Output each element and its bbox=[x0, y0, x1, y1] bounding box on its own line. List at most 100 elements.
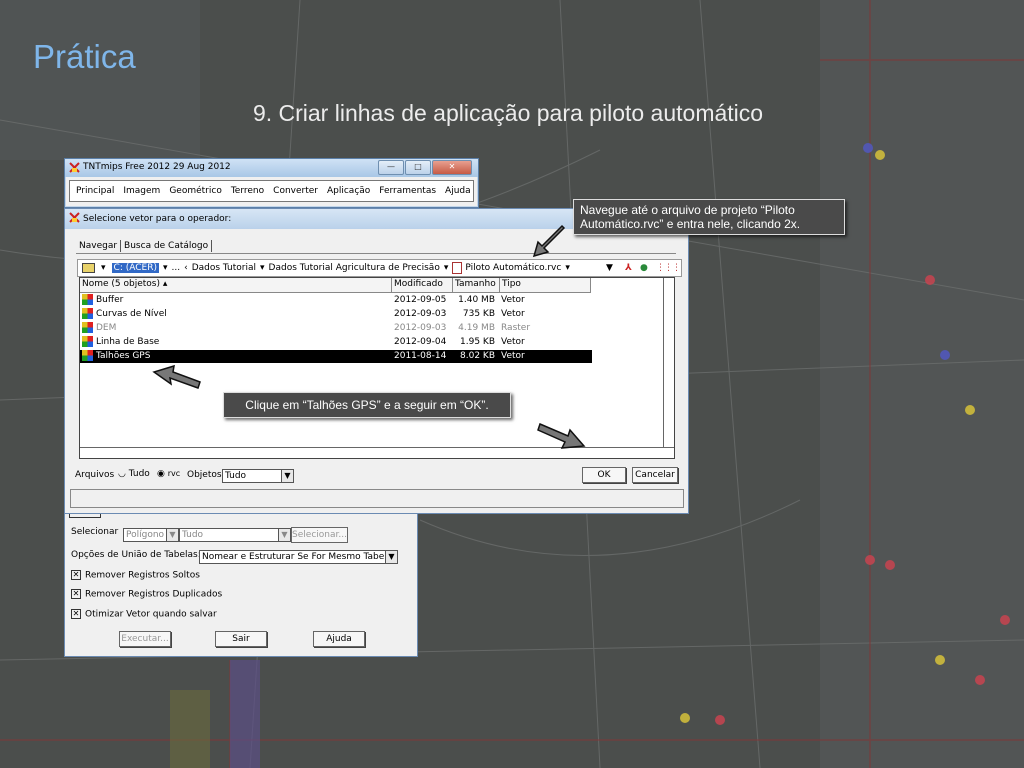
path-segment-agricultura[interactable]: Dados Tutorial Agricultura de Precisão bbox=[269, 263, 440, 273]
path-dropdown-arrow[interactable]: ▼ bbox=[606, 263, 613, 273]
menu-aplicacao[interactable]: Aplicação bbox=[327, 186, 370, 196]
menu-geometrico[interactable]: Geométrico bbox=[169, 186, 222, 196]
join-options-value: Nomear e Estruturar Se For Mesmo Tabela bbox=[202, 552, 393, 562]
callout-navigate: Navegue até o arquivo de projeto “Piloto… bbox=[573, 199, 845, 235]
file-type: Raster bbox=[501, 323, 531, 333]
file-modified: 2012-09-03 bbox=[394, 309, 447, 319]
file-modified: 2012-09-03 bbox=[394, 323, 447, 333]
minimize-button[interactable]: — bbox=[378, 160, 404, 175]
globe-icon[interactable]: ● bbox=[640, 263, 648, 273]
menu-terreno[interactable]: Terreno bbox=[231, 186, 264, 196]
radio-rvc[interactable]: ◉ rvc bbox=[157, 469, 180, 479]
checkbox-checked-icon: ✕ bbox=[71, 589, 81, 599]
file-size: 1.95 KB bbox=[460, 337, 495, 347]
dialog-bottom-bar: Arquivos ◡ Tudo ◉ rvc Objetos Tudo ▼ OK C… bbox=[71, 465, 681, 483]
check-remove-loose[interactable]: ✕ Remover Registros Soltos bbox=[71, 570, 200, 581]
list-item[interactable]: Linha de Base 2012-09-04 1.95 KB Vetor bbox=[80, 336, 592, 349]
file-name: Curvas de Nível bbox=[96, 309, 167, 319]
check-optimize[interactable]: ✕ Otimizar Vetor quando salvar bbox=[71, 609, 217, 620]
check-remove-duplicates-label: Remover Registros Duplicados bbox=[85, 589, 223, 600]
col-name-header[interactable]: Nome (5 objetos) ▴ bbox=[80, 278, 392, 293]
radio-rvc-label: rvc bbox=[167, 469, 181, 478]
close-button[interactable]: ✕ bbox=[432, 160, 472, 175]
tool-icon[interactable]: ⅄ bbox=[625, 263, 632, 273]
vertical-scrollbar[interactable] bbox=[663, 278, 674, 458]
drive-selector[interactable]: C: (ACER) bbox=[111, 263, 159, 273]
main-menubar: Principal Imagem Geométrico Terreno Conv… bbox=[69, 180, 474, 202]
vector-file-icon bbox=[82, 294, 93, 305]
checkbox-checked-icon: ✕ bbox=[71, 570, 81, 580]
col-type-header[interactable]: Tipo bbox=[500, 278, 591, 293]
slide-subtitle-text: 9. Criar linhas de aplicação para piloto… bbox=[252, 100, 764, 126]
chevron-down-icon: ▼ bbox=[385, 551, 397, 563]
slide-title: Prática bbox=[33, 38, 136, 75]
check-optimize-label: Otimizar Vetor quando salvar bbox=[85, 609, 217, 620]
menu-converter[interactable]: Converter bbox=[273, 186, 318, 196]
radio-all-label: Tudo bbox=[128, 469, 150, 479]
file-name: Buffer bbox=[96, 295, 124, 305]
chevron-down-icon[interactable]: ▾ bbox=[163, 263, 168, 273]
radio-all[interactable]: ◡ Tudo bbox=[118, 469, 150, 479]
arrow-to-ok-icon bbox=[537, 422, 586, 449]
select-row: Selecionar bbox=[71, 527, 118, 537]
col-size-header[interactable]: Tamanho bbox=[453, 278, 500, 293]
slide-subtitle: 9. Criar linhas de aplicação para piloto… bbox=[0, 100, 1016, 127]
tab-navegar[interactable]: Navegar bbox=[76, 240, 122, 252]
path-bar: ▾ C: (ACER) ▾ ... ‹ Dados Tutorial ▾ Dad… bbox=[77, 259, 682, 277]
file-name: DEM bbox=[96, 323, 117, 333]
dialog-title: Selecione vetor para o operador: bbox=[83, 214, 232, 224]
chevron-down-icon[interactable]: ▾ bbox=[101, 263, 106, 273]
objects-dropdown[interactable]: Tudo ▼ bbox=[222, 469, 294, 483]
chevron-left-icon: ‹ bbox=[184, 263, 188, 273]
check-remove-duplicates[interactable]: ✕ Remover Registros Duplicados bbox=[71, 589, 222, 600]
chevron-down-icon[interactable]: ▾ bbox=[260, 263, 265, 273]
check-remove-loose-label: Remover Registros Soltos bbox=[85, 570, 200, 581]
polygon-dropdown[interactable]: Polígono ▼ bbox=[123, 528, 179, 542]
file-type: Vetor bbox=[501, 295, 525, 305]
list-item[interactable]: DEM 2012-09-03 4.19 MB Raster bbox=[80, 322, 592, 335]
chevron-down-icon: ▼ bbox=[278, 529, 290, 541]
select-all-dropdown[interactable]: Tudo ▼ bbox=[179, 528, 291, 542]
main-window-titlebar[interactable]: TNTmips Free 2012 29 Aug 2012 — □ ✕ bbox=[65, 159, 478, 177]
tab-busca-catalogo[interactable]: Busca de Catálogo bbox=[121, 240, 213, 252]
help-button[interactable]: Ajuda bbox=[313, 631, 365, 647]
path-ellipsis[interactable]: ... bbox=[172, 263, 181, 273]
main-window-title: TNTmips Free 2012 29 Aug 2012 bbox=[83, 162, 231, 172]
chevron-down-icon[interactable]: ▾ bbox=[565, 263, 570, 273]
chevron-down-icon: ▼ bbox=[166, 529, 178, 541]
objects-dropdown-value: Tudo bbox=[225, 471, 247, 481]
main-window: TNTmips Free 2012 29 Aug 2012 — □ ✕ Prin… bbox=[64, 158, 479, 208]
menu-ajuda[interactable]: Ajuda bbox=[445, 186, 471, 196]
list-item[interactable]: Buffer 2012-09-05 1.40 MB Vetor bbox=[80, 294, 592, 307]
chevron-down-icon[interactable]: ▾ bbox=[444, 263, 449, 273]
tab-divider bbox=[76, 253, 676, 254]
maximize-button[interactable]: □ bbox=[405, 160, 431, 175]
grid-icon[interactable]: ⋮⋮⋮ bbox=[656, 263, 681, 273]
menu-principal[interactable]: Principal bbox=[76, 186, 114, 196]
exit-button[interactable]: Sair bbox=[215, 631, 267, 647]
ok-button[interactable]: OK bbox=[582, 467, 626, 483]
join-options-dropdown[interactable]: Nomear e Estruturar Se For Mesmo Tabela ▼ bbox=[199, 550, 398, 564]
file-modified: 2012-09-04 bbox=[394, 337, 447, 347]
checkbox-checked-icon: ✕ bbox=[71, 609, 81, 619]
file-size: 735 KB bbox=[462, 309, 495, 319]
select-all-dropdown-value: Tudo bbox=[182, 530, 204, 540]
select-button[interactable]: Selecionar... bbox=[291, 527, 348, 543]
select-label: Selecionar bbox=[71, 527, 119, 537]
folder-icon[interactable] bbox=[82, 263, 95, 273]
file-type: Vetor bbox=[501, 337, 525, 347]
arrow-to-project-icon bbox=[532, 224, 566, 258]
file-size: 8.02 KB bbox=[460, 351, 495, 361]
select-vector-dialog: Selecione vetor para o operador: Navegar… bbox=[64, 208, 689, 514]
col-modified-header[interactable]: Modificado bbox=[392, 278, 453, 293]
raster-file-icon bbox=[82, 322, 93, 333]
vector-file-icon bbox=[82, 336, 93, 347]
join-label: Opções de União de Tabelas: bbox=[71, 550, 201, 560]
menu-imagem[interactable]: Imagem bbox=[123, 186, 160, 196]
execute-button[interactable]: Executar... bbox=[119, 631, 171, 647]
list-item[interactable]: Curvas de Nível 2012-09-03 735 KB Vetor bbox=[80, 308, 592, 321]
cancel-button[interactable]: Cancelar bbox=[632, 467, 678, 483]
menu-ferramentas[interactable]: Ferramentas bbox=[379, 186, 436, 196]
path-segment-dados-tutorial[interactable]: Dados Tutorial bbox=[192, 263, 256, 273]
path-project[interactable]: Piloto Automático.rvc bbox=[465, 263, 561, 273]
